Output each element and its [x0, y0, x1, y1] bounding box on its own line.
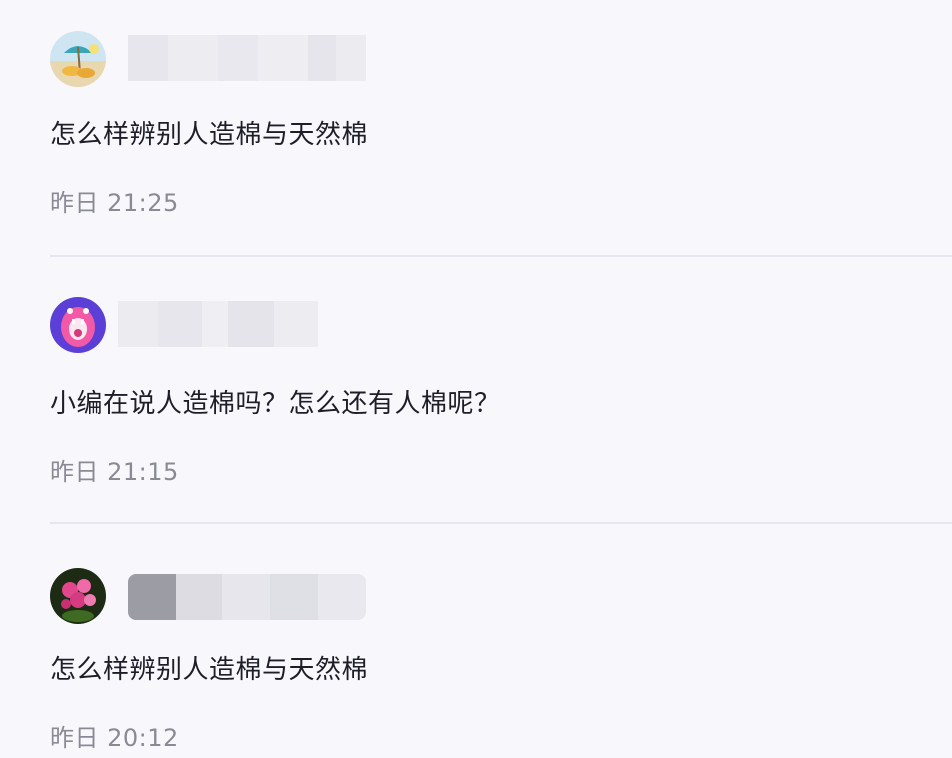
username-blurred[interactable]: [128, 574, 366, 620]
comment-text: 小编在说人造棉吗？怎么还有人棉呢？: [50, 389, 501, 419]
beach-umbrella-avatar[interactable]: [50, 31, 106, 87]
pink-flower-avatar[interactable]: [50, 568, 106, 624]
comment-item: 小编在说人造棉吗？怎么还有人棉呢？ 昨日 21:15: [0, 257, 952, 523]
comment-item: 怎么样辨别人造棉与天然棉 昨日 20:12: [0, 524, 952, 758]
comment-timestamp: 昨日 20:12: [50, 724, 179, 752]
username-blurred[interactable]: [128, 35, 366, 81]
comment-text: 怎么样辨别人造棉与天然棉: [50, 655, 369, 685]
comment-timestamp: 昨日 21:25: [50, 189, 179, 217]
comment-item: 怎么样辨别人造棉与天然棉 昨日 21:25: [0, 0, 952, 256]
comment-feed: 怎么样辨别人造棉与天然棉 昨日 21:25 小编在说人造棉吗？怎么还有人棉呢？ …: [0, 0, 952, 758]
pink-monster-avatar[interactable]: [50, 297, 106, 353]
comment-timestamp: 昨日 21:15: [50, 458, 179, 486]
comment-text: 怎么样辨别人造棉与天然棉: [50, 120, 369, 150]
username-blurred[interactable]: [118, 301, 318, 347]
